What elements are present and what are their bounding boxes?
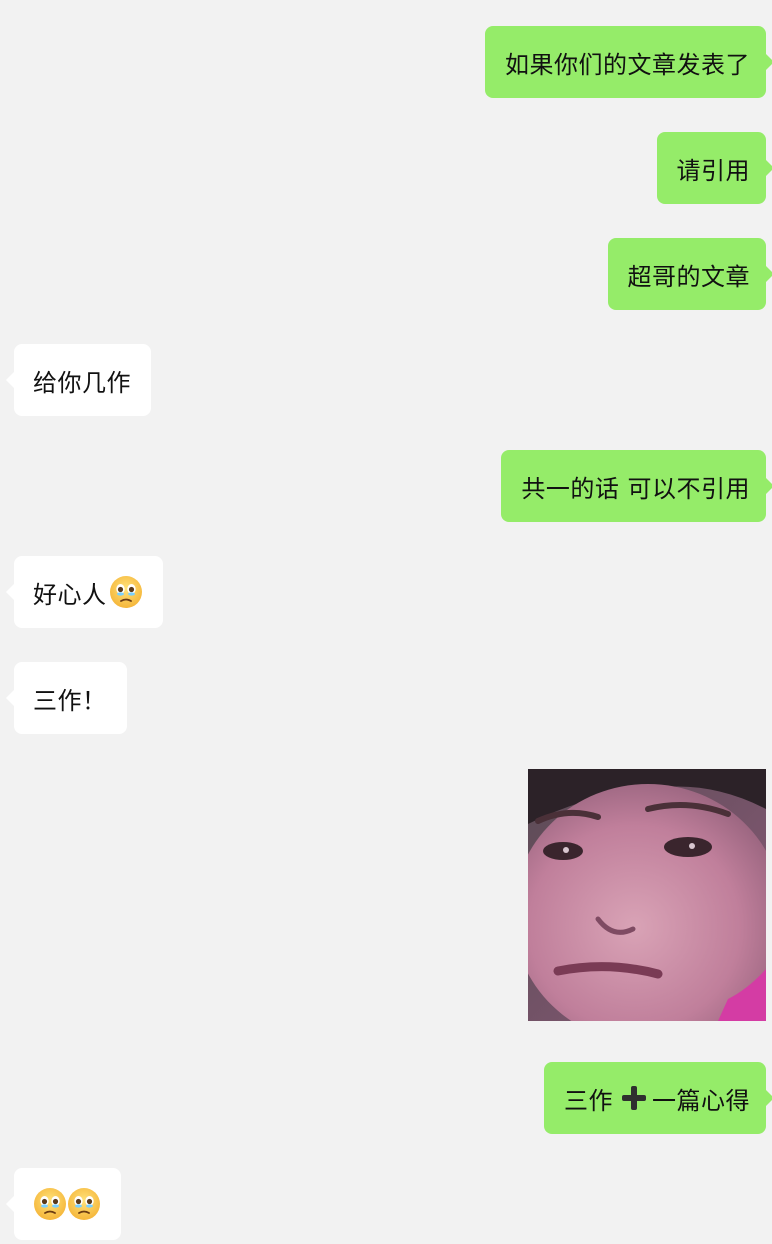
outgoing-message-bubble[interactable]: 如果你们的文章发表了	[485, 26, 772, 98]
outgoing-message-bubble[interactable]: 三作 一篇心得	[544, 1062, 772, 1134]
child-face-photo-sticker[interactable]	[528, 769, 766, 1021]
heavy-plus-icon	[621, 1085, 647, 1111]
face-holding-back-tears-emoji-icon	[33, 1187, 67, 1221]
incoming-message-bubble[interactable]: 好心人	[6, 556, 163, 628]
message-text: 共一的话 可以不引用	[521, 474, 750, 503]
face-holding-back-tears-emoji-icon	[67, 1187, 101, 1221]
message-text: 请引用	[676, 156, 750, 185]
outgoing-message-bubble[interactable]: 超哥的文章	[607, 238, 772, 310]
outgoing-message-bubble[interactable]: 共一的话 可以不引用	[501, 450, 772, 522]
incoming-message-bubble[interactable]: 给你几作	[6, 344, 151, 416]
message-text: 三作	[564, 1086, 613, 1115]
message-text: 给你几作	[33, 368, 131, 397]
message-text: 超哥的文章	[627, 262, 750, 291]
message-text: 如果你们的文章发表了	[505, 50, 750, 79]
outgoing-message-bubble[interactable]: 请引用	[656, 132, 772, 204]
incoming-message-bubble[interactable]	[6, 1168, 121, 1240]
message-text: 一篇心得	[652, 1086, 750, 1115]
message-text: 好心人	[33, 580, 107, 609]
incoming-message-bubble[interactable]: 三作！	[6, 662, 127, 734]
holding-back-tears-emoji-icon	[109, 575, 143, 609]
message-text: 三作！	[33, 686, 107, 715]
